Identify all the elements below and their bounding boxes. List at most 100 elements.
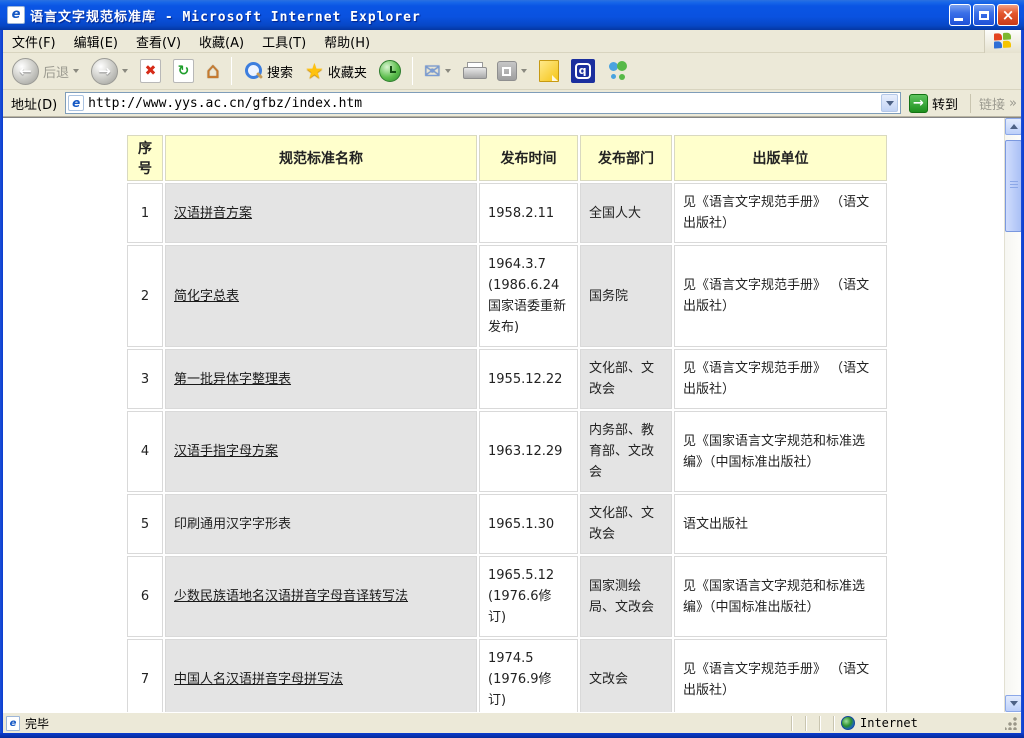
standard-name-link[interactable]: 中国人名汉语拼音字母拼写法 xyxy=(174,672,343,687)
go-button[interactable]: → 转到 xyxy=(905,93,962,114)
history-button[interactable] xyxy=(374,57,406,85)
publisher-cell: 见《语言文字规范手册》 （语文出版社） xyxy=(674,245,887,347)
status-page-icon: e xyxy=(6,716,20,731)
stop-icon: ✖ xyxy=(145,63,157,79)
address-dropdown-button[interactable] xyxy=(881,94,898,112)
search-icon xyxy=(243,61,263,81)
note-icon xyxy=(539,60,559,82)
table-row: 7中国人名汉语拼音字母拼写法1974.5 (1976.9修订)文改会见《语言文字… xyxy=(127,639,887,712)
forward-button[interactable]: → xyxy=(86,55,133,88)
standard-name-cell: 少数民族语地名汉语拼音字母音译转写法 xyxy=(165,556,477,637)
standard-name-link[interactable]: 汉语手指字母方案 xyxy=(174,444,278,459)
publish-date-cell: 1974.5 (1976.9修订) xyxy=(479,639,578,712)
mail-button[interactable]: ✉ xyxy=(419,56,456,86)
standard-name-link[interactable]: 第一批异体字整理表 xyxy=(174,372,291,387)
history-clock-icon xyxy=(379,60,401,82)
publish-dept-cell: 国务院 xyxy=(580,245,672,347)
status-pane-separator xyxy=(805,716,807,731)
toolbar-separator xyxy=(231,57,232,85)
menu-item-2[interactable]: 查看(V) xyxy=(127,29,190,54)
scrollbar-thumb[interactable] xyxy=(1005,140,1021,232)
internet-globe-icon xyxy=(841,716,855,730)
maximize-icon xyxy=(979,11,989,20)
refresh-button[interactable]: ↻ xyxy=(168,56,199,86)
page-content: 序号 规范标准名称 发布时间 发布部门 出版单位 1汉语拼音方案1958.2.1… xyxy=(3,117,1021,712)
home-button[interactable]: ⌂ xyxy=(201,56,225,87)
blue-logo-button[interactable]: q xyxy=(566,56,600,86)
standard-name-link[interactable]: 少数民族语地名汉语拼音字母音译转写法 xyxy=(174,589,408,604)
status-pane-separator xyxy=(819,716,821,731)
status-bar: e 完毕 Internet xyxy=(3,712,1021,733)
search-label: 搜索 xyxy=(267,62,293,81)
col-header-dept: 发布部门 xyxy=(580,135,672,181)
stop-button[interactable]: ✖ xyxy=(135,56,166,86)
status-text: 完毕 xyxy=(25,715,49,732)
standard-name-cell: 简化字总表 xyxy=(165,245,477,347)
toolbar: ← 后退 → ✖ ↻ ⌂ 搜索 ★ 收藏夹 ✉ xyxy=(3,53,1021,90)
close-button[interactable]: × xyxy=(997,4,1019,26)
row-number-cell: 3 xyxy=(127,349,163,409)
edit-button[interactable] xyxy=(492,58,532,84)
ie-app-icon: e xyxy=(7,6,25,24)
edit-icon xyxy=(497,61,517,81)
menu-item-1[interactable]: 编辑(E) xyxy=(65,29,127,54)
vertical-scrollbar[interactable] xyxy=(1004,118,1021,712)
browser-window: e 语言文字规范标准库 - Microsoft Internet Explore… xyxy=(0,0,1024,738)
mail-dropdown-icon xyxy=(445,69,451,73)
chevron-down-icon xyxy=(1010,701,1018,706)
back-dropdown-icon xyxy=(73,69,79,73)
address-input[interactable]: e http://www.yys.ac.cn/gfbz/index.htm xyxy=(65,92,901,114)
menu-item-4[interactable]: 工具(T) xyxy=(253,29,315,54)
scroll-down-button[interactable] xyxy=(1005,695,1021,712)
back-label: 后退 xyxy=(43,62,69,81)
standard-name-link[interactable]: 汉语拼音方案 xyxy=(174,206,252,221)
security-zone-label: Internet xyxy=(860,716,918,730)
table-header-row: 序号 规范标准名称 发布时间 发布部门 出版单位 xyxy=(127,135,887,181)
table-row: 1汉语拼音方案1958.2.11全国人大见《语言文字规范手册》 （语文出版社） xyxy=(127,183,887,243)
close-icon: × xyxy=(1002,6,1015,24)
menu-item-0[interactable]: 文件(F) xyxy=(3,29,65,54)
publish-dept-cell: 内务部、教育部、文改会 xyxy=(580,411,672,492)
chevron-down-icon xyxy=(886,101,894,106)
refresh-icon: ↻ xyxy=(178,63,190,79)
edit-dropdown-icon xyxy=(521,69,527,73)
publisher-cell: 见《语言文字规范手册》 （语文出版社） xyxy=(674,349,887,409)
publish-dept-cell: 文化部、文改会 xyxy=(580,494,672,554)
standard-name-link[interactable]: 简化字总表 xyxy=(174,289,239,304)
discuss-button[interactable] xyxy=(534,57,564,85)
publish-dept-cell: 文化部、文改会 xyxy=(580,349,672,409)
mail-icon: ✉ xyxy=(424,59,441,83)
maximize-button[interactable] xyxy=(973,4,995,26)
table-row: 2 简化字总表 1964.3.7 (1986.6.24国家语委重新发布)国务院见《语… xyxy=(127,245,887,347)
back-button[interactable]: ← 后退 xyxy=(7,55,84,88)
row-number-cell: 1 xyxy=(127,183,163,243)
home-icon: ⌂ xyxy=(206,59,220,84)
messenger-button[interactable] xyxy=(602,57,636,85)
publish-date-cell: 1965.5.12 (1976.6修订) xyxy=(479,556,578,637)
search-button[interactable]: 搜索 xyxy=(238,58,298,84)
table-row: 3第一批异体字整理表1955.12.22文化部、文改会见《语言文字规范手册》 （… xyxy=(127,349,887,409)
publish-date-cell: 1964.3.7 (1986.6.24国家语委重新发布) xyxy=(479,245,578,347)
table-row: 6少数民族语地名汉语拼音字母音译转写法1965.5.12 (1976.6修订)国… xyxy=(127,556,887,637)
title-bar: e 语言文字规范标准库 - Microsoft Internet Explore… xyxy=(0,0,1024,30)
print-button[interactable] xyxy=(458,59,490,83)
table-row: 4汉语手指字母方案1963.12.29内务部、教育部、文改会见《国家语言文字规范… xyxy=(127,411,887,492)
printer-icon xyxy=(463,62,485,80)
menu-item-5[interactable]: 帮助(H) xyxy=(315,29,379,54)
standard-name-cell: 印刷通用汉字字形表 xyxy=(165,494,477,554)
col-header-date: 发布时间 xyxy=(479,135,578,181)
standard-name-cell: 汉语手指字母方案 xyxy=(165,411,477,492)
blue-logo-icon: q xyxy=(571,59,595,83)
minimize-button[interactable] xyxy=(949,4,971,26)
menu-item-3[interactable]: 收藏(A) xyxy=(190,29,253,54)
col-header-number: 序号 xyxy=(127,135,163,181)
scroll-up-button[interactable] xyxy=(1005,118,1021,135)
row-number-cell: 2 xyxy=(127,245,163,347)
publish-date-cell: 1965.1.30 xyxy=(479,494,578,554)
links-bar[interactable]: 链接 » xyxy=(970,94,1017,113)
favorites-button[interactable]: ★ 收藏夹 xyxy=(300,56,372,86)
address-bar: 地址(D) e http://www.yys.ac.cn/gfbz/index.… xyxy=(3,90,1021,117)
col-header-publisher: 出版单位 xyxy=(674,135,887,181)
resize-grip[interactable] xyxy=(1005,717,1018,730)
publisher-cell: 见《语言文字规范手册》 （语文出版社） xyxy=(674,639,887,712)
